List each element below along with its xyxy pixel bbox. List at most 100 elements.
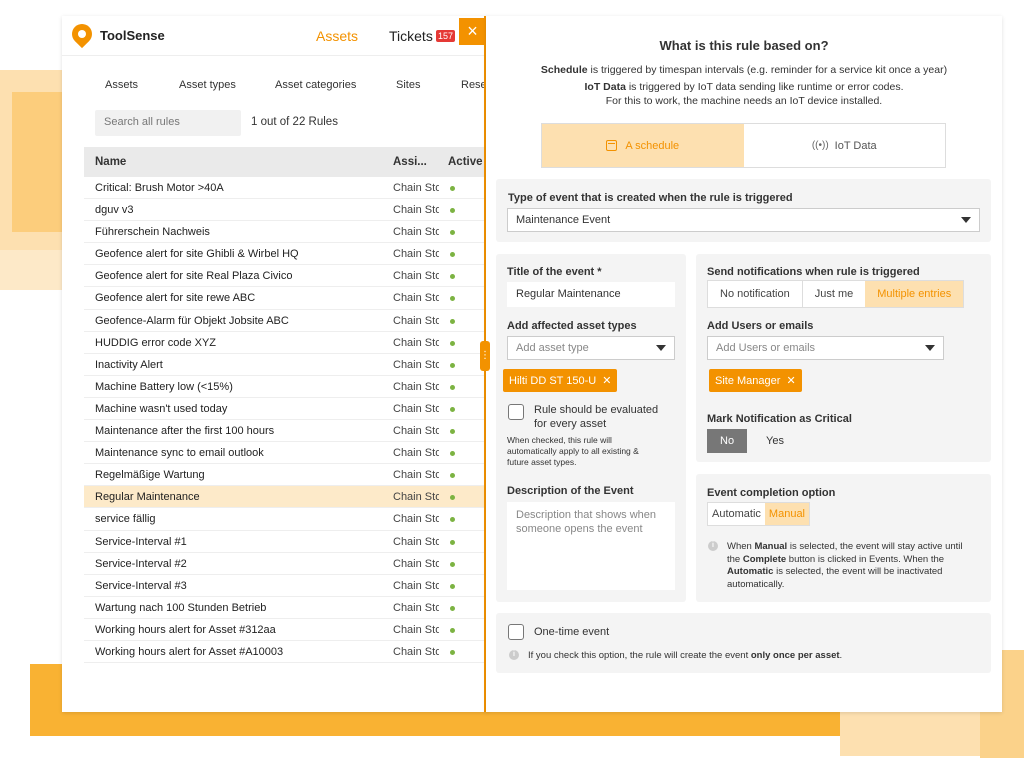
rule-assigned: Chain Sto — [393, 226, 439, 239]
active-status-dot — [450, 561, 455, 567]
table-row[interactable]: Service-Interval #2 Chain Sto — [84, 553, 488, 575]
rule-assigned: Chain Sto — [393, 601, 439, 614]
chevron-down-icon — [961, 217, 971, 223]
table-row[interactable]: Maintenance after the first 100 hours Cha… — [84, 420, 488, 443]
rule-assigned: Chain Sto — [393, 623, 439, 636]
rule-name: service fällig — [95, 513, 156, 526]
rule-name: Critical: Brush Motor >40A — [95, 182, 224, 194]
search-rules-input[interactable]: Search all rules — [95, 110, 241, 136]
event-type-label: Type of event that is created when the r… — [508, 192, 793, 204]
one-time-checkbox[interactable] — [508, 624, 524, 640]
no-notification-option[interactable]: No notification — [708, 281, 802, 307]
rule-assigned: Chain Sto — [393, 270, 439, 283]
event-type-select[interactable]: Maintenance Event — [507, 208, 980, 232]
critical-label: Mark Notification as Critical — [707, 413, 852, 425]
active-status-dot — [450, 473, 455, 479]
description-textarea[interactable]: Description that shows when someone opens… — [507, 502, 675, 590]
rule-assigned: Chain Sto — [393, 469, 439, 482]
evaluate-every-asset-checkbox[interactable] — [508, 404, 524, 420]
table-row[interactable]: Machine wasn't used today Chain Sto — [84, 398, 488, 421]
subnav-asset-categories[interactable]: Asset categories — [275, 79, 356, 91]
table-row[interactable]: Service-Interval #3 Chain Sto — [84, 575, 488, 597]
table-row[interactable]: Geofence alert for site Ghibli & Wirbel … — [84, 243, 488, 266]
tickets-count-badge: 157 — [436, 30, 456, 42]
active-status-dot — [450, 252, 455, 258]
rule-assigned: Chain Sto — [393, 248, 439, 261]
active-status-dot — [450, 230, 455, 236]
schedule-option[interactable]: A schedule — [542, 124, 744, 167]
rules-count: 1 out of 22 Rules — [251, 116, 338, 128]
active-status-dot — [450, 384, 455, 390]
rule-assigned: Chain Sto — [393, 380, 439, 393]
table-row[interactable]: Working hours alert for Asset #312aa Chai… — [84, 619, 488, 641]
subnav-sites[interactable]: Sites — [396, 79, 420, 91]
table-row[interactable]: Regelmäßige Wartung Chain Sto — [84, 464, 488, 487]
header-assigned[interactable]: Assi... — [393, 156, 427, 168]
table-row[interactable]: Geofence-Alarm für Objekt Jobsite ABC Cha… — [84, 310, 488, 332]
table-row[interactable]: Working hours alert for Asset #A10003 Cha… — [84, 641, 488, 664]
resize-handle[interactable]: ⋮ — [480, 341, 490, 371]
signal-icon: ((•)) — [811, 140, 829, 151]
active-status-dot — [450, 318, 455, 324]
rule-name: HUDDIG error code XYZ — [95, 336, 217, 349]
description-label: Description of the Event — [507, 485, 634, 497]
automatic-option[interactable]: Automatic — [708, 503, 765, 525]
subnav-assets[interactable]: Assets — [105, 79, 138, 91]
multiple-entries-option[interactable]: Multiple entries — [865, 281, 964, 307]
nav-tickets[interactable]: Tickets — [389, 28, 433, 44]
critical-no-button[interactable]: No — [707, 429, 748, 453]
event-title-input[interactable]: Regular Maintenance — [507, 282, 675, 307]
table-row[interactable]: Machine Battery low (<15%) Chain Sto — [84, 376, 488, 398]
event-title-label: Title of the event * — [507, 266, 602, 278]
just-me-option[interactable]: Just me — [801, 281, 866, 307]
rule-assigned: Chain Sto — [393, 557, 439, 570]
table-row[interactable]: Maintenance sync to email outlook Chain S… — [84, 442, 488, 465]
table-row[interactable]: Wartung nach 100 Stunden Betrieb Chain St… — [84, 597, 488, 619]
user-chip[interactable]: Site Manager ✕ — [709, 369, 802, 392]
asset-type-select[interactable]: Add asset type — [507, 336, 675, 360]
table-row[interactable]: dguv v3 Chain Sto — [84, 199, 488, 222]
asset-types-label: Add affected asset types — [507, 320, 637, 332]
table-row[interactable]: Regular Maintenance Chain Sto — [84, 486, 488, 509]
schedule-explanation: Schedule is triggered by timespan interv… — [540, 64, 948, 76]
active-status-dot — [450, 627, 455, 633]
active-status-dot — [450, 186, 455, 191]
active-status-dot — [450, 429, 455, 435]
decor-block — [12, 92, 62, 232]
table-row[interactable]: service fällig Chain Sto — [84, 508, 488, 531]
rule-assigned: Chain Sto — [393, 579, 439, 592]
remove-chip-icon[interactable]: ✕ — [786, 375, 795, 387]
close-icon[interactable]: × — [459, 18, 486, 45]
active-status-dot — [450, 583, 455, 589]
rule-name: Geofence alert for site Ghibli & Wirbel … — [95, 248, 299, 261]
active-status-dot — [450, 208, 455, 214]
sub-navigation: Assets Asset types Asset categories Site… — [62, 76, 488, 96]
location-pin-logo-icon — [67, 19, 97, 48]
table-row[interactable]: HUDDIG error code XYZ Chain Sto — [84, 332, 488, 354]
table-row[interactable]: Führerschein Nachweis Chain Sto — [84, 221, 488, 244]
table-row[interactable]: Inactivity Alert Chain Sto — [84, 354, 488, 376]
table-row[interactable]: Critical: Brush Motor >40A Chain Sto — [84, 177, 488, 200]
remove-chip-icon[interactable]: ✕ — [602, 375, 611, 387]
completion-card: Event completion option Automatic Manual… — [696, 474, 991, 602]
active-status-dot — [450, 362, 455, 368]
critical-yes-button[interactable]: Yes — [766, 435, 784, 447]
rule-assigned: Chain Sto — [393, 447, 439, 460]
header-active[interactable]: Active — [448, 156, 483, 168]
rule-name: Geofence alert for site Real Plaza Civic… — [95, 270, 293, 283]
users-select[interactable]: Add Users or emails — [707, 336, 944, 360]
manual-option[interactable]: Manual — [764, 503, 809, 525]
rule-assigned: Chain Sto — [393, 491, 439, 504]
asset-type-chip[interactable]: Hilti DD ST 150-U ✕ — [503, 369, 618, 392]
active-status-dot — [450, 274, 455, 280]
iot-data-option[interactable]: ((•)) IoT Data — [744, 124, 946, 167]
nav-assets[interactable]: Assets — [316, 28, 358, 44]
rule-name: Regelmäßige Wartung — [95, 469, 205, 482]
completion-options: Automatic Manual — [707, 502, 810, 526]
subnav-asset-types[interactable]: Asset types — [179, 79, 236, 91]
table-row[interactable]: Service-Interval #1 Chain Sto — [84, 531, 488, 553]
table-row[interactable]: Geofence alert for site Real Plaza Civic… — [84, 265, 488, 288]
table-row[interactable]: Geofence alert for site rewe ABC Chain St… — [84, 287, 488, 310]
subnav-rese[interactable]: Rese — [461, 79, 487, 91]
header-name[interactable]: Name — [95, 156, 126, 168]
